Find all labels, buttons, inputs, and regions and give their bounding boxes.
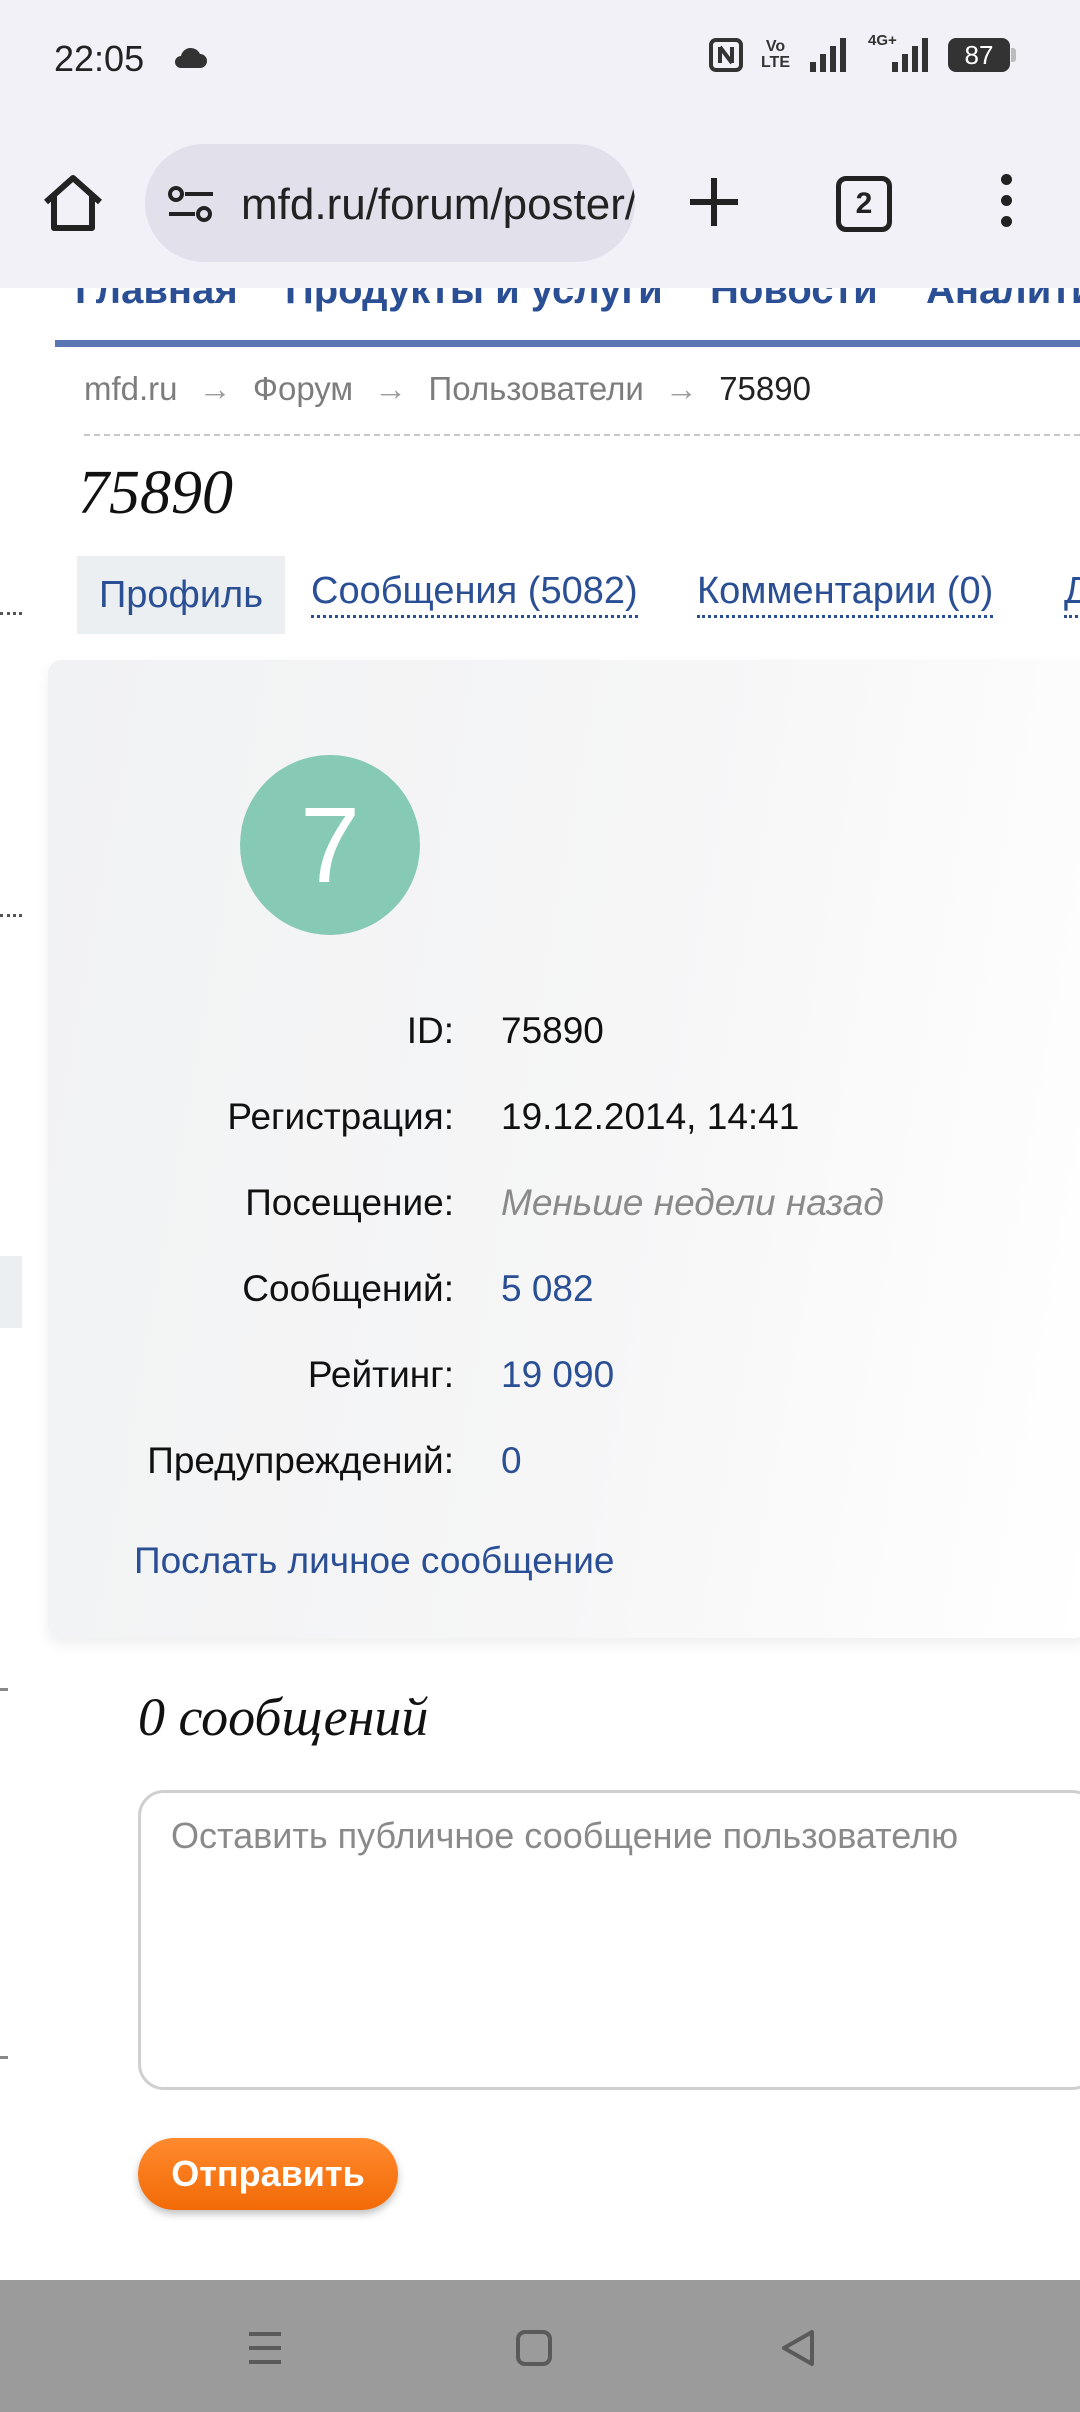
- site-settings-icon[interactable]: [167, 184, 217, 224]
- volte-top: Vo: [765, 38, 786, 55]
- plus-icon[interactable]: [686, 174, 742, 230]
- nav-item-analytics[interactable]: Аналитика: [926, 288, 1080, 313]
- value-rating-link[interactable]: 19 090: [501, 1354, 614, 1396]
- nav-home-icon[interactable]: [514, 2328, 554, 2368]
- tab-switcher-button[interactable]: 2: [836, 176, 892, 232]
- avatar: 7: [240, 755, 420, 935]
- tab-profile[interactable]: Профиль: [77, 556, 285, 634]
- label-warnings: Предупреждений:: [147, 1440, 454, 1481]
- back-icon[interactable]: [778, 2328, 818, 2368]
- volte-bottom: LTE: [760, 54, 790, 71]
- side-panel-edge: [0, 612, 22, 615]
- value-id: 75890: [501, 1010, 604, 1051]
- breadcrumb-current: 75890: [719, 370, 811, 407]
- side-panel-edge: [0, 1256, 22, 1328]
- breadcrumb-link-users[interactable]: Пользователи: [428, 370, 643, 407]
- side-panel-edge: [0, 914, 22, 917]
- label-rating: Рейтинг:: [307, 1354, 454, 1395]
- value-registration: 19.12.2014, 14:41: [501, 1096, 800, 1137]
- divider: [84, 434, 1080, 436]
- profile-card: [48, 660, 1080, 1638]
- label-registration: Регистрация:: [227, 1096, 454, 1137]
- nfc-icon: [708, 38, 743, 72]
- battery-icon: 87: [948, 38, 1016, 72]
- volte-indicator: Vo LTE: [761, 39, 790, 71]
- breadcrumb-link-home[interactable]: mfd.ru: [84, 370, 178, 407]
- page-title: 75890: [78, 459, 233, 527]
- tab-comments[interactable]: Комментарии (0): [697, 570, 994, 618]
- value-messages-link[interactable]: 5 082: [501, 1268, 594, 1310]
- cloud-icon: [175, 47, 207, 68]
- home-icon[interactable]: [38, 168, 108, 238]
- side-panel-edge: [0, 1688, 8, 1691]
- label-visit: Посещение:: [245, 1182, 454, 1223]
- value-warnings-link[interactable]: 0: [501, 1440, 522, 1482]
- label-id: ID:: [406, 1010, 454, 1051]
- tab-more[interactable]: Д: [1064, 570, 1080, 618]
- value-visit: Меньше недели назад: [501, 1182, 884, 1223]
- breadcrumb-separator: →: [665, 370, 699, 407]
- breadcrumb-link-forum[interactable]: Форум: [253, 370, 353, 407]
- browser-toolbar: mfd.ru/forum/poster/?id=75890 2: [0, 122, 1080, 288]
- public-message-input[interactable]: [138, 1790, 1080, 2090]
- signal-icon-2: [892, 38, 928, 72]
- status-icons: Vo LTE 4G+ 87: [708, 32, 1016, 72]
- status-time: 22:05: [54, 38, 145, 79]
- site-nav: Главная Продукты и услуги Новости Аналит…: [55, 288, 1080, 347]
- submit-button[interactable]: Отправить: [138, 2138, 398, 2210]
- breadcrumb: mfd.ru → Форум → Пользователи → 75890: [84, 370, 811, 408]
- more-vert-icon[interactable]: [996, 174, 1016, 234]
- nav-item-news[interactable]: Новости: [710, 288, 878, 313]
- comments-title: 0 сообщений: [138, 1687, 429, 1747]
- label-messages: Сообщений:: [242, 1268, 454, 1309]
- system-nav-bar: [0, 2280, 1080, 2412]
- breadcrumb-separator: →: [374, 370, 408, 407]
- breadcrumb-separator: →: [198, 370, 232, 407]
- nav-item-products[interactable]: Продукты и услуги: [285, 288, 663, 313]
- status-bar: 22:05 Vo LTE 4G+ 87: [0, 0, 1080, 122]
- url-text[interactable]: mfd.ru/forum/poster/?id=75890: [241, 180, 635, 230]
- signal-icon: [810, 38, 846, 72]
- tab-messages[interactable]: Сообщения (5082): [311, 570, 638, 618]
- side-panel-edge: [0, 2056, 8, 2059]
- network-signal: 4G+: [868, 32, 930, 72]
- address-bar[interactable]: mfd.ru/forum/poster/?id=75890: [145, 144, 635, 262]
- nav-item-home[interactable]: Главная: [75, 288, 238, 313]
- send-private-message-link[interactable]: Послать личное сообщение: [134, 1540, 614, 1582]
- recents-icon[interactable]: [245, 2328, 285, 2368]
